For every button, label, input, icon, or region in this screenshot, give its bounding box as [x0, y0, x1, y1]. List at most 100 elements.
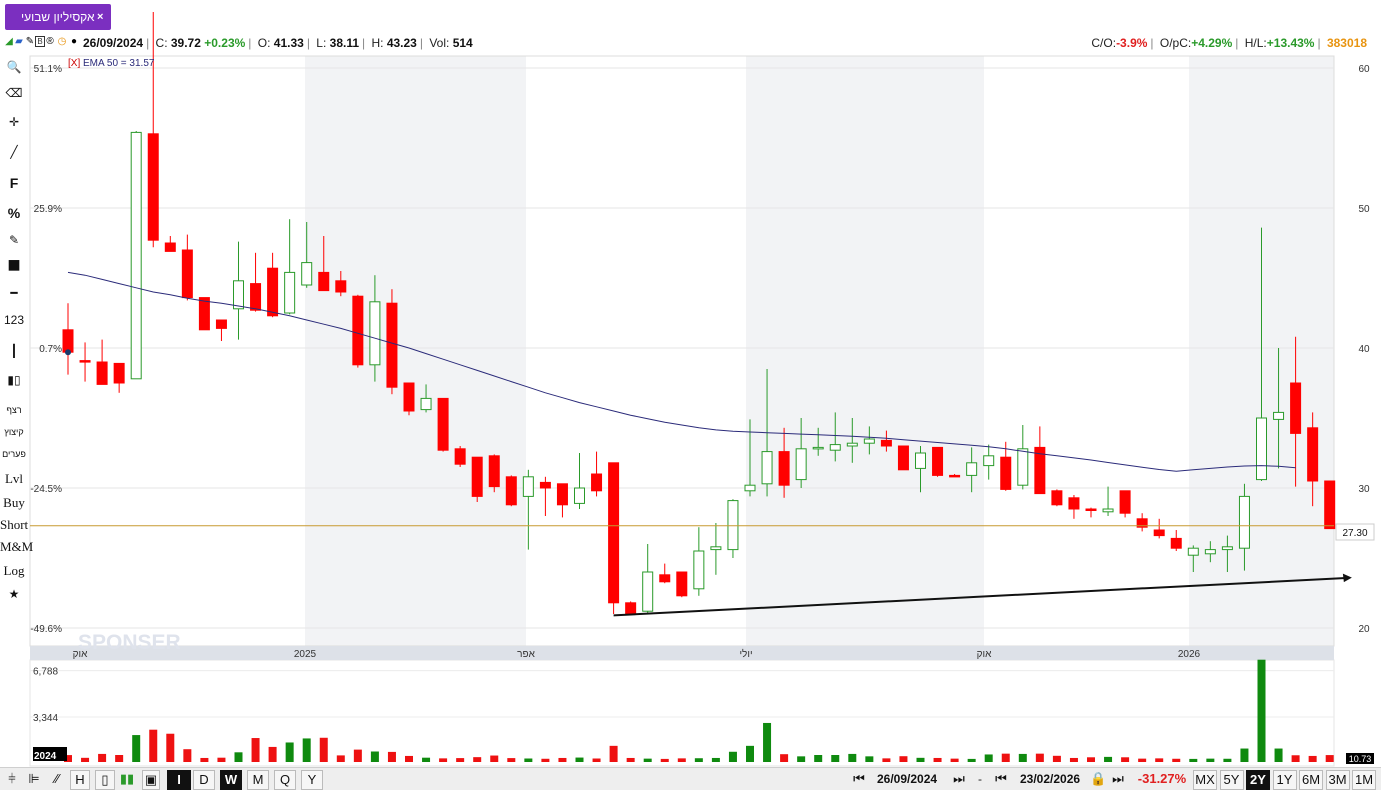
line-tool-icon[interactable]: ╱ — [0, 145, 28, 159]
percent-tool[interactable]: % — [0, 205, 28, 221]
volume-bar — [763, 722, 772, 762]
candle-body — [1102, 508, 1114, 513]
next-start-icon[interactable]: ⏭ — [946, 770, 972, 788]
volume-bar — [916, 757, 925, 762]
candle-body — [1204, 549, 1216, 555]
lock-icon[interactable]: 🔒 — [1090, 770, 1106, 788]
volume-bar — [507, 758, 516, 762]
range-5Y[interactable]: 5Y — [1219, 770, 1244, 790]
volume-bar — [166, 733, 175, 762]
range-1Y[interactable]: 1Y — [1272, 770, 1297, 790]
candle-body — [539, 481, 551, 489]
tool-gaps[interactable]: פערים — [0, 449, 28, 459]
bar-type-icon[interactable]: ⊫ — [25, 770, 43, 788]
colored-candles-icon[interactable]: ▮▮ — [118, 770, 136, 788]
tool-log[interactable]: Log — [0, 563, 28, 579]
eraser-icon[interactable]: ⌫ — [0, 86, 28, 100]
volume-bar — [370, 751, 379, 762]
ohlc-type-icon[interactable]: ▯ — [95, 770, 115, 790]
volume-bar — [1052, 755, 1061, 762]
tool-short[interactable]: Short — [0, 517, 28, 533]
save-icon[interactable]: ▣ — [142, 770, 160, 790]
fibonacci-tool[interactable]: F — [0, 175, 28, 191]
star-icon[interactable]: ★ — [0, 587, 28, 601]
indicator-label: EMA 50 = 31.57 — [83, 58, 155, 69]
crosshair-icon[interactable]: ✛ — [0, 115, 28, 129]
tool-lvl[interactable]: Lvl — [0, 471, 28, 487]
candle-body — [250, 283, 262, 311]
volume-bar — [950, 758, 959, 762]
watermark: SPONSER — [78, 631, 181, 654]
period-D[interactable]: D — [193, 770, 215, 790]
price-panel-frame — [29, 55, 1335, 647]
vertical-line-icon[interactable]: ┃ — [0, 344, 28, 358]
tool-buy[interactable]: Buy — [0, 495, 28, 511]
line-width-icon[interactable]: ━ — [0, 286, 28, 300]
range-3M[interactable]: 3M — [1325, 770, 1350, 790]
line-type-icon[interactable]: ⁄⁄ — [47, 770, 67, 788]
candle-body — [1119, 490, 1131, 514]
end-date[interactable]: 23/02/2026 — [1020, 770, 1080, 788]
period-band — [746, 56, 984, 646]
volume-bar — [1018, 753, 1027, 762]
time-axis-label: אוק — [977, 649, 992, 660]
candle-body — [198, 297, 210, 331]
range-MX[interactable]: MX — [1193, 770, 1217, 790]
candle-body — [574, 487, 585, 504]
price-tick-label: 30 — [1358, 484, 1370, 495]
volume-bar — [387, 751, 396, 762]
hollow-type-icon[interactable]: H — [70, 770, 90, 790]
volume-bar — [1223, 758, 1232, 762]
volume-bar — [1325, 755, 1334, 762]
volume-bar — [831, 755, 840, 762]
candle-body — [693, 550, 705, 590]
tool-mm[interactable]: M&M — [0, 539, 33, 555]
volume-bar — [643, 758, 652, 762]
start-date[interactable]: 26/09/2024 — [877, 770, 937, 788]
candle-body — [676, 571, 688, 597]
trendline-arrowhead — [1342, 573, 1352, 583]
candles-icon[interactable]: ▮▯ — [0, 373, 28, 387]
volume-bar — [524, 758, 533, 762]
tool-zoom[interactable]: קיצוץ — [0, 427, 28, 437]
volume-bar — [490, 755, 499, 762]
volume-bar — [626, 757, 635, 762]
candle-body — [983, 455, 995, 467]
pencil-icon[interactable]: ✎ — [0, 233, 28, 247]
volume-bar — [1257, 659, 1266, 762]
tool-range[interactable]: רצף — [0, 405, 28, 415]
volume-bar — [336, 755, 345, 762]
color-swatch[interactable]: ■ — [0, 254, 28, 276]
volume-bar — [1189, 758, 1198, 762]
period-M[interactable]: M — [247, 770, 269, 790]
cursor-mode-icon[interactable]: I — [167, 770, 191, 790]
range-6M[interactable]: 6M — [1299, 770, 1323, 790]
volume-bar — [609, 745, 618, 762]
range-1M[interactable]: 1M — [1352, 770, 1376, 790]
candlestick-type-icon[interactable]: ⫩ — [3, 770, 21, 788]
candle-body — [352, 295, 364, 366]
number-tool[interactable]: 123 — [0, 313, 28, 327]
volume-bar — [1121, 757, 1130, 762]
candle-body — [488, 455, 500, 488]
candle-body — [966, 462, 978, 476]
time-axis-label: 2026 — [1178, 649, 1201, 660]
period-Y[interactable]: Y — [301, 770, 323, 790]
volume-bar — [746, 745, 754, 762]
period-Q[interactable]: Q — [274, 770, 296, 790]
search-icon[interactable]: 🔍 — [0, 60, 28, 74]
first-start-icon[interactable]: ⏮ — [846, 770, 872, 788]
volume-bar — [694, 758, 703, 762]
prev-end-icon[interactable]: ⏮ — [988, 770, 1014, 788]
chart-canvas[interactable]: אוק 2025 אפר יולי אוק 2026 203040506051.1%25.… — [0, 0, 1381, 767]
left-toolbar: 🔍 ⌫ ✛ ╱ F% ✎ ■ ━ 123 ┃ ▮▯ רצף קיצוץ פערים Lvl Buy Short M… — [0, 55, 33, 767]
range-2Y[interactable]: 2Y — [1246, 770, 1270, 790]
volume-tick-label: 6,788 — [33, 667, 58, 678]
last-end-icon[interactable]: ⏭ — [1106, 770, 1130, 788]
indicator-remove-tag[interactable]: [X] — [68, 58, 80, 69]
volume-bar — [439, 758, 448, 762]
candle-body — [403, 382, 415, 412]
period-W[interactable]: W — [220, 770, 242, 790]
candle-body — [284, 271, 296, 314]
volume-bar — [984, 754, 993, 762]
